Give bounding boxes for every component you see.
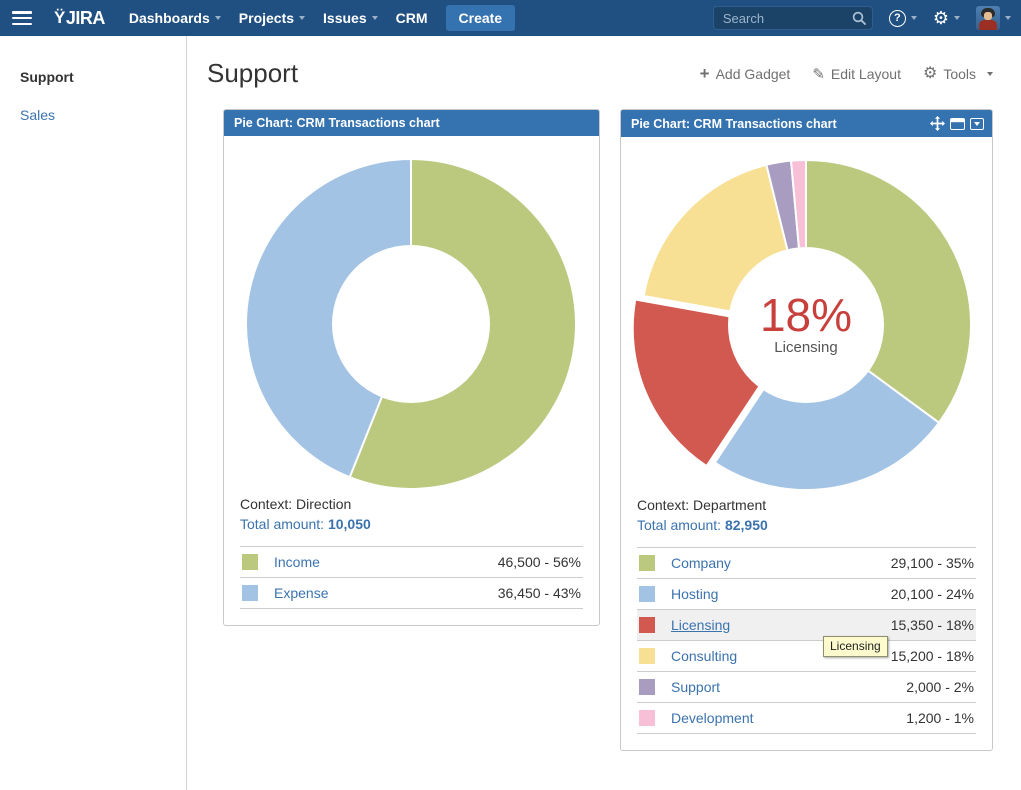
jira-wordmark: JIRA: [66, 8, 105, 29]
nav-crm[interactable]: CRM: [396, 10, 428, 26]
legend-row-development: Development 1,200 - 1%: [637, 702, 976, 733]
gear-icon: ⚙: [923, 67, 937, 81]
gadget-pie-department: Pie Chart: CRM Transactions chart 18%Lic…: [620, 109, 993, 751]
user-menu[interactable]: [976, 6, 1011, 30]
help-menu[interactable]: ?: [889, 10, 917, 27]
legend-swatch: [639, 710, 655, 726]
nav-projects[interactable]: Projects: [239, 10, 305, 26]
sidebar-item-support[interactable]: Support: [20, 69, 186, 85]
donut-chart-department[interactable]: 18%Licensing: [621, 137, 992, 495]
chevron-down-icon: [372, 16, 378, 20]
hover-tooltip: Licensing: [823, 636, 888, 657]
legend-label-link[interactable]: Development: [671, 710, 906, 726]
donut-chart-direction[interactable]: [224, 136, 599, 494]
gadget-pie-direction: Pie Chart: CRM Transactions chart Contex…: [223, 109, 600, 626]
avatar: [976, 6, 1000, 30]
legend-row-company: Company 29,100 - 35%: [637, 547, 976, 578]
legend-label-link[interactable]: Licensing: [671, 617, 891, 633]
dashboard-sidebar: Support Sales: [0, 36, 187, 790]
app-switcher-icon[interactable]: [12, 11, 32, 25]
legend-value: 15,350 - 18%: [891, 617, 974, 633]
legend-table: Company 29,100 - 35% Hosting 20,100 - 24…: [637, 547, 976, 734]
chevron-down-icon: [1005, 16, 1011, 20]
legend-value: 2,000 - 2%: [906, 679, 974, 695]
legend-value: 29,100 - 35%: [891, 555, 974, 571]
legend-value: 20,100 - 24%: [891, 586, 974, 602]
search-icon[interactable]: [852, 11, 866, 30]
svg-text:18%: 18%: [760, 289, 852, 341]
legend-swatch: [242, 554, 258, 570]
svg-text:Licensing: Licensing: [774, 339, 837, 356]
edit-layout-button[interactable]: ✎Edit Layout: [812, 65, 901, 83]
legend-table: Income 46,500 - 56% Expense 36,450 - 43%: [240, 546, 583, 609]
total-amount: Total amount: 10,050: [240, 514, 583, 534]
gadget-title: Pie Chart: CRM Transactions chart: [631, 117, 930, 131]
admin-menu[interactable]: ⚙: [933, 9, 960, 27]
total-amount: Total amount: 82,950: [637, 515, 976, 535]
legend-label-link[interactable]: Expense: [274, 585, 498, 601]
chevron-down-icon: [911, 16, 917, 20]
legend-row-licensing: Licensing 15,350 - 18%: [637, 609, 976, 640]
chevron-down-icon: [987, 72, 993, 76]
chevron-down-icon: [215, 16, 221, 20]
gadget-header[interactable]: Pie Chart: CRM Transactions chart: [621, 110, 992, 137]
move-gadget-icon[interactable]: [930, 116, 945, 131]
legend-swatch: [639, 679, 655, 695]
gadget-header[interactable]: Pie Chart: CRM Transactions chart: [224, 110, 599, 136]
pencil-icon: ✎: [812, 65, 825, 83]
legend-swatch: [242, 585, 258, 601]
plus-icon: +: [700, 67, 710, 81]
legend-row-expense: Expense 36,450 - 43%: [240, 577, 583, 608]
legend-label-link[interactable]: Hosting: [671, 586, 891, 602]
legend-value: 36,450 - 43%: [498, 585, 581, 601]
legend-label-link[interactable]: Income: [274, 554, 498, 570]
legend-swatch: [639, 617, 655, 633]
legend-value: 46,500 - 56%: [498, 554, 581, 570]
jira-charlie-icon: Ÿ: [54, 8, 65, 28]
legend-label-link[interactable]: Support: [671, 679, 906, 695]
legend-swatch: [639, 648, 655, 664]
maximize-gadget-icon[interactable]: [950, 118, 965, 130]
legend-swatch: [639, 586, 655, 602]
create-button[interactable]: Create: [446, 5, 516, 31]
legend-row-support: Support 2,000 - 2%: [637, 671, 976, 702]
gadget-title: Pie Chart: CRM Transactions chart: [234, 116, 591, 130]
legend-row-hosting: Hosting 20,100 - 24%: [637, 578, 976, 609]
chevron-down-icon: [299, 16, 305, 20]
help-icon: ?: [889, 10, 906, 27]
search-box: [713, 6, 873, 30]
legend-label-link[interactable]: Company: [671, 555, 891, 571]
context-label: Context: Department: [637, 495, 976, 515]
nav-issues[interactable]: Issues: [323, 10, 378, 26]
chevron-down-icon: [954, 16, 960, 20]
add-gadget-button[interactable]: +Add Gadget: [700, 66, 791, 82]
legend-swatch: [639, 555, 655, 571]
search-input[interactable]: [713, 6, 873, 30]
legend-value: 1,200 - 1%: [906, 710, 974, 726]
jira-logo[interactable]: Ÿ JIRA: [54, 8, 105, 29]
context-label: Context: Direction: [240, 494, 583, 514]
legend-value: 15,200 - 18%: [891, 648, 974, 664]
legend-row-income: Income 46,500 - 56%: [240, 546, 583, 577]
top-navbar: Ÿ JIRA Dashboards Projects Issues CRM Cr…: [0, 0, 1021, 36]
legend-row-consulting: Consulting 15,200 - 18%: [637, 640, 976, 671]
sidebar-item-sales[interactable]: Sales: [20, 107, 186, 123]
nav-dashboards[interactable]: Dashboards: [129, 10, 221, 26]
gadget-menu-icon[interactable]: [970, 118, 984, 130]
gear-icon: ⚙: [933, 9, 949, 27]
tools-button[interactable]: ⚙Tools: [923, 66, 993, 82]
page-title: Support: [207, 58, 700, 89]
